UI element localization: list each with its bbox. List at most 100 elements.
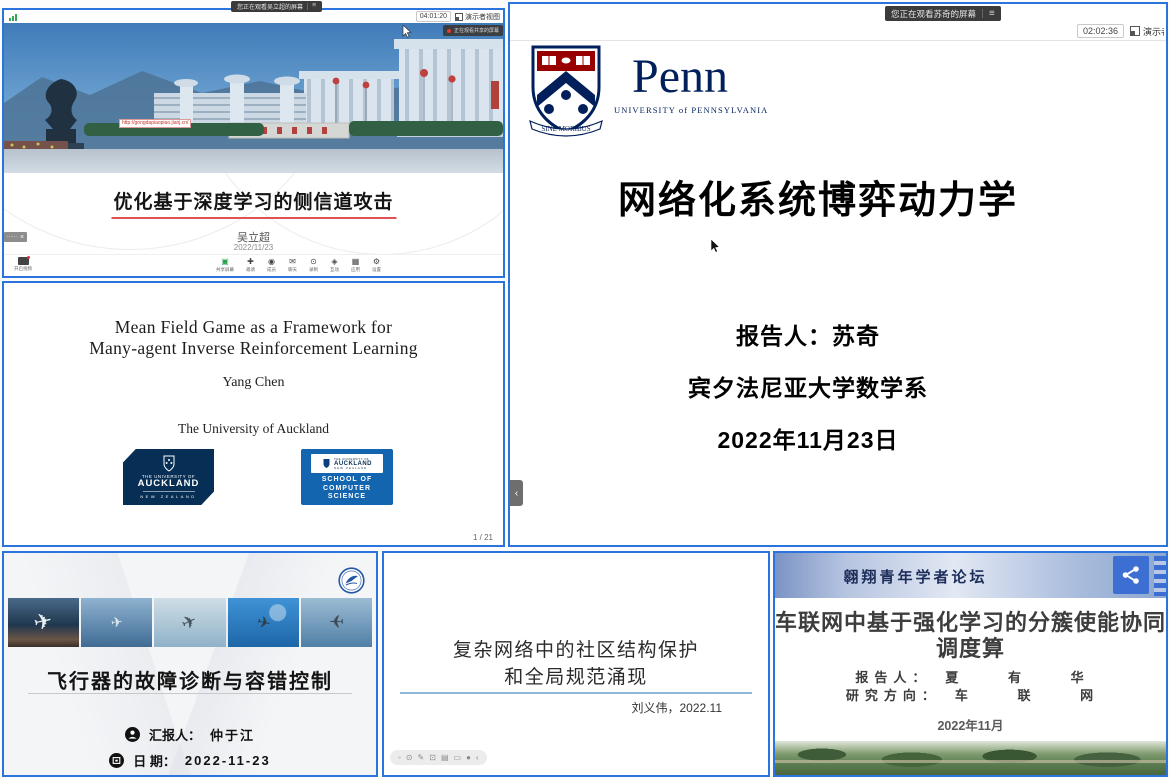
title-underline bbox=[400, 692, 752, 694]
presenter-view-label: 演示者视图 bbox=[1143, 25, 1164, 38]
auckland-crest-icon bbox=[322, 458, 331, 469]
pointer-options-icon[interactable]: ⊙ bbox=[406, 754, 413, 762]
sharing-notice[interactable]: 正在观看共享的屏幕 bbox=[443, 25, 503, 36]
toolbar-apps[interactable]: ▦ 应用 bbox=[351, 257, 360, 273]
auckland-crest-icon bbox=[161, 455, 177, 472]
title-underline bbox=[28, 693, 352, 694]
slide-affiliation: The University of Auckland bbox=[4, 421, 503, 437]
stealth-drone-icon: ✈ bbox=[179, 611, 200, 634]
share-screen-icon: ▣ bbox=[221, 257, 229, 266]
slide-title-line2: 调度算 bbox=[775, 631, 1166, 663]
aircraft-photo: ✈ bbox=[8, 598, 79, 647]
menu-icon[interactable]: ≡ bbox=[312, 3, 316, 10]
watching-banner-a-text: 您正在观看吴立超的屏幕 bbox=[237, 2, 303, 11]
penn-subtitle: UNIVERSITY of PENNSYLVANIA bbox=[614, 105, 768, 115]
slide-date: 2022年11月 bbox=[775, 715, 1166, 734]
screenshare-view-penn: 02:02:36 演示者视图 bbox=[508, 2, 1168, 547]
svg-text:SINE MORIBUS: SINE MORIBUS bbox=[541, 125, 590, 133]
apps-icon: ▦ bbox=[352, 257, 360, 266]
watermark-link: http://gongdapiaopiao.jianj.cn/ bbox=[119, 119, 191, 128]
divider bbox=[307, 3, 308, 10]
slide-title-line1: Mean Field Game as a Framework for bbox=[4, 317, 503, 338]
aircraft-photo: ✈ bbox=[81, 598, 152, 647]
auckland-university-logo: THE UNIVERSITY OF AUCKLAND NEW ZEALAND bbox=[123, 449, 214, 505]
aircraft-photo: ✈ bbox=[301, 598, 372, 647]
presenter-view-button[interactable]: 演示者视图 bbox=[455, 12, 501, 22]
notification-chip-text: ······ bbox=[7, 234, 17, 240]
screenshare-topbar: 02:02:36 演示者视图 bbox=[510, 4, 1166, 41]
watching-banner-c[interactable]: 您正在观看苏奇的屏幕 ≡ bbox=[885, 6, 1001, 21]
fighter-jet-icon: ✈ bbox=[110, 615, 124, 630]
toolbar-settings[interactable]: ⚙ 设置 bbox=[372, 257, 381, 273]
penn-wordmark: Penn bbox=[632, 53, 728, 101]
collapse-handle[interactable]: ‹ bbox=[510, 480, 523, 506]
meeting-toolbar: 开启视频 ▣ 共享屏幕 ✚ 邀请 ◉ 成员 ✉ 聊天 bbox=[4, 254, 503, 277]
forum-header: 翱翔青年学者论坛 bbox=[775, 553, 1166, 598]
mouse-cursor bbox=[710, 239, 721, 258]
watch-timer: 02:02:36 bbox=[1077, 24, 1124, 38]
watching-banner-c-text: 您正在观看苏奇的屏幕 bbox=[891, 8, 976, 20]
close-icon[interactable]: × bbox=[20, 234, 24, 241]
aircraft-photo-strip: ✈ ✈ ✈ ✈ ✈ bbox=[8, 598, 372, 647]
date-row: 日 期： 2022-11-23 bbox=[4, 751, 376, 770]
menu-icon[interactable]: ≡ bbox=[989, 9, 995, 19]
university-aero-logo-icon bbox=[338, 567, 365, 594]
record-icon: ⊙ bbox=[310, 257, 317, 266]
chat-icon: ✉ bbox=[289, 257, 296, 266]
campus-photo-art bbox=[4, 23, 503, 173]
presentation-toolbar[interactable]: ◦ ⊙ ✎ ⊡ ▤ ▭ ● ‹ bbox=[390, 750, 487, 765]
toolbar-members[interactable]: ◉ 成员 bbox=[267, 257, 276, 273]
calendar-icon bbox=[109, 753, 124, 768]
slide-sidechannel: 优化基于深度学习的侧信道攻击 吴立超 2022/11/23 bbox=[4, 173, 503, 254]
collapse-icon[interactable]: ‹ bbox=[476, 754, 479, 762]
toolbar-record[interactable]: ⊙ 录制 bbox=[309, 257, 318, 273]
meeting-grid-screen: 您正在观看吴立超的屏幕 ≡ 04:01:20 演示者视图 bbox=[0, 0, 1170, 779]
camera-icon bbox=[18, 257, 29, 265]
slide-title-line1: 复杂网络中的社区结构保护 bbox=[384, 635, 768, 662]
transport-plane-icon: ✈ bbox=[329, 614, 344, 632]
toolbar-share-screen[interactable]: ▣ 共享屏幕 bbox=[216, 257, 234, 273]
record-dot-icon bbox=[447, 29, 451, 33]
school-of-computer-science-logo: THE UNIVERSITY OF AUCKLAND NEW ZEALAND S… bbox=[301, 449, 393, 505]
sharing-notice-text: 正在观看共享的屏幕 bbox=[454, 27, 499, 34]
slide-byline: 刘义伟，2022.11 bbox=[632, 699, 723, 716]
camera-button[interactable]: 开启视频 bbox=[10, 257, 36, 272]
presenter-row: 报告人： 夏 有 华 bbox=[775, 667, 1166, 686]
divider bbox=[143, 491, 195, 492]
more-icon[interactable]: ● bbox=[466, 754, 471, 762]
members-icon: ◉ bbox=[268, 257, 275, 266]
settings-icon: ⚙ bbox=[373, 257, 380, 266]
interact-icon: ◈ bbox=[331, 257, 337, 266]
campus-photo: http://gongdapiaopiao.jianj.cn/ bbox=[4, 23, 503, 173]
presenter-view-button[interactable]: 演示者视图 bbox=[1130, 25, 1164, 38]
slide-title: 飞行器的故障诊断与容错控制 bbox=[4, 665, 376, 694]
slide-window-meanfield: Mean Field Game as a Framework for Many-… bbox=[2, 281, 505, 547]
notification-chip[interactable]: ······ × bbox=[4, 232, 27, 242]
slide-author: Yang Chen bbox=[4, 375, 503, 391]
share-button[interactable] bbox=[1113, 556, 1149, 594]
zoom-icon[interactable]: ⊡ bbox=[429, 754, 436, 762]
layout-icon bbox=[455, 13, 463, 21]
layout-icon bbox=[1130, 26, 1140, 36]
slide-affiliation-line: 宾夕法尼亚大学数学系 bbox=[510, 369, 1106, 403]
toolbar-interact[interactable]: ◈ 互动 bbox=[330, 257, 339, 273]
presenter-row: 汇报人： 仲于江 bbox=[4, 725, 376, 744]
mouse-cursor bbox=[402, 25, 412, 43]
notes-icon[interactable]: ▭ bbox=[454, 754, 462, 762]
presenter-view-label: 演示者视图 bbox=[465, 12, 500, 22]
aircraft-photo: ✈ bbox=[228, 598, 299, 647]
penn-logo: SINE MORIBUS Penn bbox=[526, 43, 728, 139]
pen-icon[interactable]: ✎ bbox=[418, 754, 425, 762]
slide-title-line2: Many-agent Inverse Reinforcement Learnin… bbox=[4, 338, 503, 359]
slide-date-line: 2022年11月23日 bbox=[510, 421, 1106, 455]
slides-overview-icon[interactable]: ▤ bbox=[441, 754, 449, 762]
airliner-icon: ✈ bbox=[32, 610, 55, 635]
laser-pointer-icon[interactable]: ◦ bbox=[398, 754, 401, 762]
watching-banner-a[interactable]: 您正在观看吴立超的屏幕 ≡ bbox=[231, 1, 322, 12]
slide-penn: SINE MORIBUS Penn UNIVERSITY of PENNSYLV… bbox=[510, 41, 1166, 545]
toolbar-chat[interactable]: ✉ 聊天 bbox=[288, 257, 297, 273]
toolbar-invite[interactable]: ✚ 邀请 bbox=[246, 257, 255, 273]
campus-landscape-photo bbox=[775, 741, 1166, 775]
slide-window-complex-network: 复杂网络中的社区结构保护 和全局规范涌现 刘义伟，2022.11 ◦ ⊙ ✎ ⊡… bbox=[382, 551, 770, 777]
fighter-jet-icon: ✈ bbox=[255, 613, 272, 632]
